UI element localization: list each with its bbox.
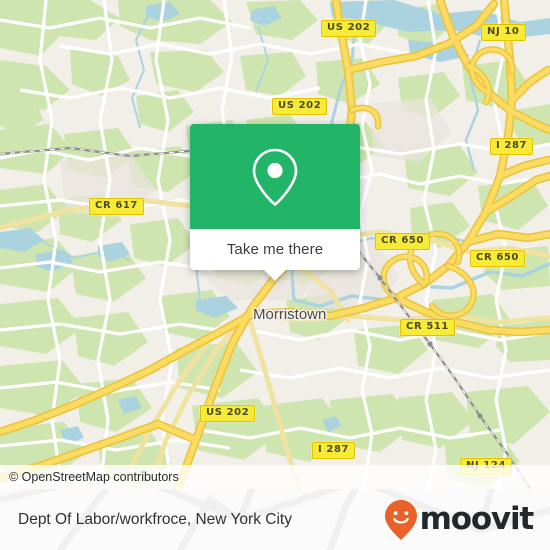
road-shield-us-202-upper: US 202 (272, 98, 328, 115)
map-attribution-bar: © OpenStreetMap contributors (0, 465, 550, 489)
road-shield-cr-511: CR 511 (400, 319, 455, 336)
place-label-morristown: Morristown (253, 306, 327, 323)
moovit-wordmark: moovit (419, 501, 535, 537)
footer-content: Dept Of Labor/workfroce, New York City m… (0, 489, 550, 550)
popup-tail (264, 270, 286, 281)
footer-place-title: Dept Of Labor/workfroce, New York City (18, 510, 292, 528)
road-shield-cr-650-east: CR 650 (470, 250, 525, 267)
take-me-there-label: Take me there (226, 241, 324, 258)
road-shield-nj-10: NJ 10 (481, 24, 526, 41)
road-shield-cr-650-west: CR 650 (375, 233, 430, 250)
moovit-pin-smiley-icon (384, 499, 417, 540)
road-shield-us-202-south: US 202 (200, 405, 256, 422)
popup-action-bar[interactable]: Take me there (190, 229, 360, 281)
map-pin-icon (252, 148, 298, 206)
road-shield-us-202-north: US 202 (321, 20, 377, 37)
location-popup[interactable]: Take me there (190, 124, 360, 281)
map-canvas[interactable]: Morristown US 202 NJ 10 US 202 I 287 CR … (0, 0, 550, 489)
moovit-brand[interactable]: moovit (384, 499, 535, 541)
road-shield-cr-617: CR 617 (89, 198, 144, 215)
osm-attribution-text[interactable]: © OpenStreetMap contributors (0, 470, 179, 484)
road-shield-i-287-east: I 287 (490, 138, 534, 155)
road-shield-i-287-south: I 287 (312, 442, 356, 459)
popup-icon-area (190, 124, 360, 229)
screenshot-root: Morristown US 202 NJ 10 US 202 I 287 CR … (0, 0, 550, 550)
footer-bar: Dept Of Labor/workfroce, New York City m… (0, 489, 550, 550)
